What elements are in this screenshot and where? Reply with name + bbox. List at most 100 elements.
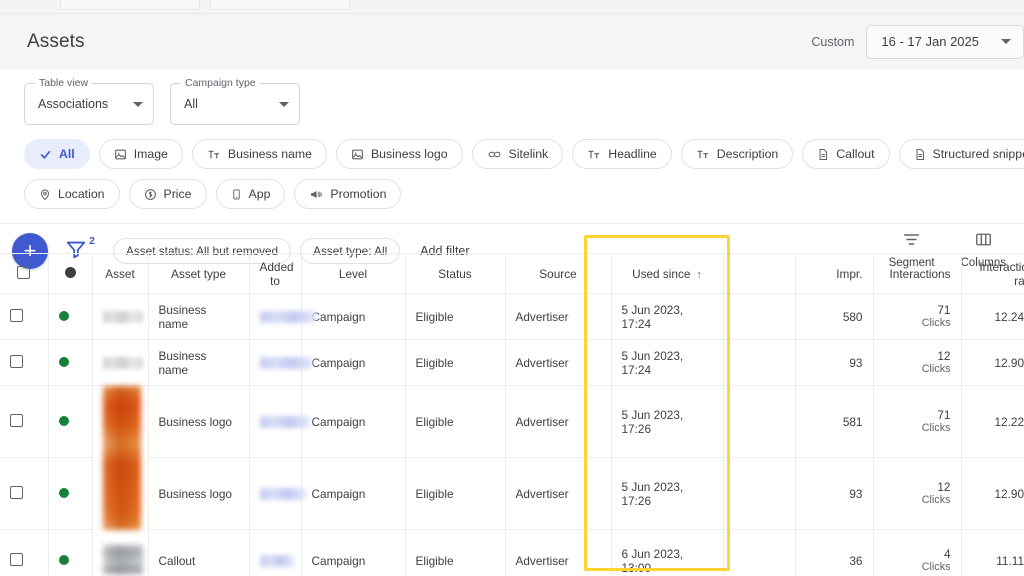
column-header-asset[interactable]: Asset (92, 254, 148, 294)
interactions-value: 71 (937, 303, 950, 317)
column-header-interaction-rate[interactable]: Interaction rate (961, 254, 1024, 294)
interactions-value: 4 (944, 547, 951, 561)
chip-app[interactable]: App (216, 179, 286, 209)
cell-asset-type: Business logo (148, 386, 249, 458)
chip-location[interactable]: Location (24, 179, 120, 209)
row-checkbox[interactable] (10, 414, 23, 427)
chip-price[interactable]: Price (129, 179, 207, 209)
cell-status: Eligible (405, 458, 505, 530)
asset-preview-cell (92, 294, 148, 340)
campaign-type-value: All (184, 97, 198, 111)
asset-preview-cell (92, 386, 148, 530)
table-row[interactable]: Business logo Campaign Eligible Advertis… (0, 458, 1024, 530)
row-checkbox-cell[interactable] (0, 386, 48, 458)
assets-table-container[interactable]: Asset Asset type Added to Level Status S… (0, 253, 1024, 576)
chip-label: Promotion (330, 187, 386, 201)
interactions-unit: Clicks (884, 317, 951, 330)
cell-used-since: 6 Jun 2023, 13:00 (611, 530, 723, 576)
redacted-callout-image (103, 545, 143, 575)
row-checkbox[interactable] (10, 355, 23, 368)
controls-area: Table view Associations Campaign type Al… (0, 69, 1024, 277)
column-header-used-since[interactable]: Used since↑ (611, 254, 723, 294)
cell-asset-type: Business name (148, 340, 249, 386)
ghost-tab-2[interactable] (210, 0, 350, 10)
column-header-status[interactable]: Status (405, 254, 505, 294)
cell-asset-type: Business name (148, 294, 249, 340)
chip-label: Price (164, 187, 192, 201)
cell-impr: 580 (795, 294, 873, 340)
top-tab-strip (0, 0, 1024, 14)
text-format-icon (587, 148, 601, 161)
column-header-interactions[interactable]: Interactions (873, 254, 961, 294)
column-header-used-since-label: Used since (632, 267, 690, 281)
price-tag-icon (144, 188, 157, 201)
row-checkbox[interactable] (10, 553, 23, 566)
row-checkbox-cell[interactable] (0, 530, 48, 576)
location-pin-icon (39, 188, 51, 201)
chip-image[interactable]: Image (99, 139, 183, 169)
date-range-picker[interactable]: 16 - 17 Jan 2025 (866, 25, 1024, 59)
cell-added-to[interactable] (249, 340, 301, 386)
status-dot-green-icon (59, 311, 69, 321)
chip-promotion[interactable]: Promotion (294, 179, 401, 209)
cell-spacer (723, 530, 795, 576)
column-header-level[interactable]: Level (301, 254, 405, 294)
ghost-tab-1[interactable] (60, 0, 200, 10)
image-icon (351, 148, 364, 161)
cell-level: Campaign (301, 386, 405, 458)
column-header-asset-type[interactable]: Asset type (148, 254, 249, 294)
cell-spacer (723, 386, 795, 458)
column-header-impr[interactable]: Impr. (795, 254, 873, 294)
table-row[interactable]: Business name Campaign Eligible Advertis… (0, 294, 1024, 340)
cell-spacer (723, 458, 795, 530)
column-header-source[interactable]: Source (505, 254, 611, 294)
column-header-added-to[interactable]: Added to (249, 254, 301, 294)
table-row[interactable]: Business name Campaign Eligible Advertis… (0, 340, 1024, 386)
cell-status: Eligible (405, 294, 505, 340)
cell-added-to[interactable] (249, 530, 301, 576)
campaign-type-label: Campaign type (181, 77, 260, 89)
redacted-asset-text (103, 311, 143, 323)
interactions-value: 71 (937, 408, 950, 422)
status-circle-icon (65, 267, 76, 278)
cell-spacer (723, 294, 795, 340)
select-all-header[interactable] (0, 254, 48, 294)
cell-interactions: 12 Clicks (873, 458, 961, 530)
megaphone-icon (309, 188, 323, 201)
chip-label: All (59, 147, 75, 161)
cell-source: Advertiser (505, 340, 611, 386)
chip-label: Business logo (371, 147, 448, 161)
redacted-added-to-link (260, 416, 310, 428)
chip-headline[interactable]: Headline (572, 139, 672, 169)
row-checkbox[interactable] (10, 486, 23, 499)
cell-added-to[interactable] (249, 458, 301, 530)
cell-interaction-rate: 12.22% (961, 386, 1024, 458)
cell-interaction-rate: 12.90% (961, 340, 1024, 386)
row-checkbox-cell[interactable] (0, 294, 48, 340)
campaign-type-select[interactable]: Campaign type All (170, 83, 300, 125)
table-row[interactable]: Business logo Campaign Eligible Advertis… (0, 386, 1024, 458)
row-checkbox-cell[interactable] (0, 458, 48, 530)
table-view-label: Table view (35, 77, 92, 89)
chip-all[interactable]: All (24, 139, 90, 169)
select-all-checkbox[interactable] (17, 266, 30, 279)
table-view-select[interactable]: Table view Associations (24, 83, 154, 125)
cell-impr: 36 (795, 530, 873, 576)
cell-added-to[interactable] (249, 386, 301, 458)
chip-structured-snippet[interactable]: Structured snippet (899, 139, 1024, 169)
image-icon (114, 148, 127, 161)
cell-added-to[interactable] (249, 294, 301, 340)
redacted-added-to-link (260, 357, 312, 369)
chip-description[interactable]: Description (681, 139, 794, 169)
chip-label: App (249, 187, 271, 201)
row-checkbox-cell[interactable] (0, 340, 48, 386)
chevron-down-icon (1001, 39, 1011, 44)
date-range-control[interactable]: Custom 16 - 17 Jan 2025 (811, 25, 1024, 59)
chip-business-logo[interactable]: Business logo (336, 139, 463, 169)
chip-business-name[interactable]: Business name (192, 139, 327, 169)
chip-sitelink[interactable]: Sitelink (472, 139, 564, 169)
cell-asset-type: Callout (148, 530, 249, 576)
table-row[interactable]: Callout Campaign Eligible Advertiser 6 J… (0, 530, 1024, 576)
row-checkbox[interactable] (10, 309, 23, 322)
chip-callout[interactable]: Callout (802, 139, 889, 169)
